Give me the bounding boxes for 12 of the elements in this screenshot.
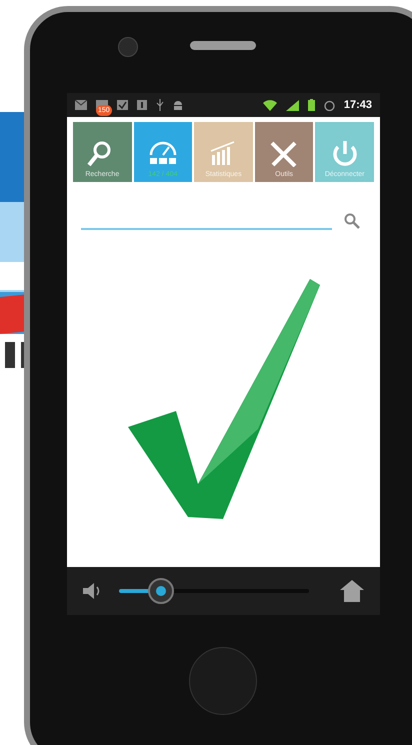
speaker-slot xyxy=(190,41,256,50)
wifi-icon xyxy=(262,100,277,110)
mail-icon xyxy=(75,100,87,110)
usb-icon xyxy=(156,99,164,111)
clock-time: 17:43 xyxy=(344,98,372,113)
volume-thumb[interactable] xyxy=(148,578,174,604)
search-icon[interactable] xyxy=(344,213,360,229)
checkbox-icon xyxy=(117,100,128,110)
checkmark-icon xyxy=(128,278,320,518)
signal-icon xyxy=(286,100,299,110)
battery-icon xyxy=(308,99,315,111)
home-icon[interactable] xyxy=(340,580,364,602)
